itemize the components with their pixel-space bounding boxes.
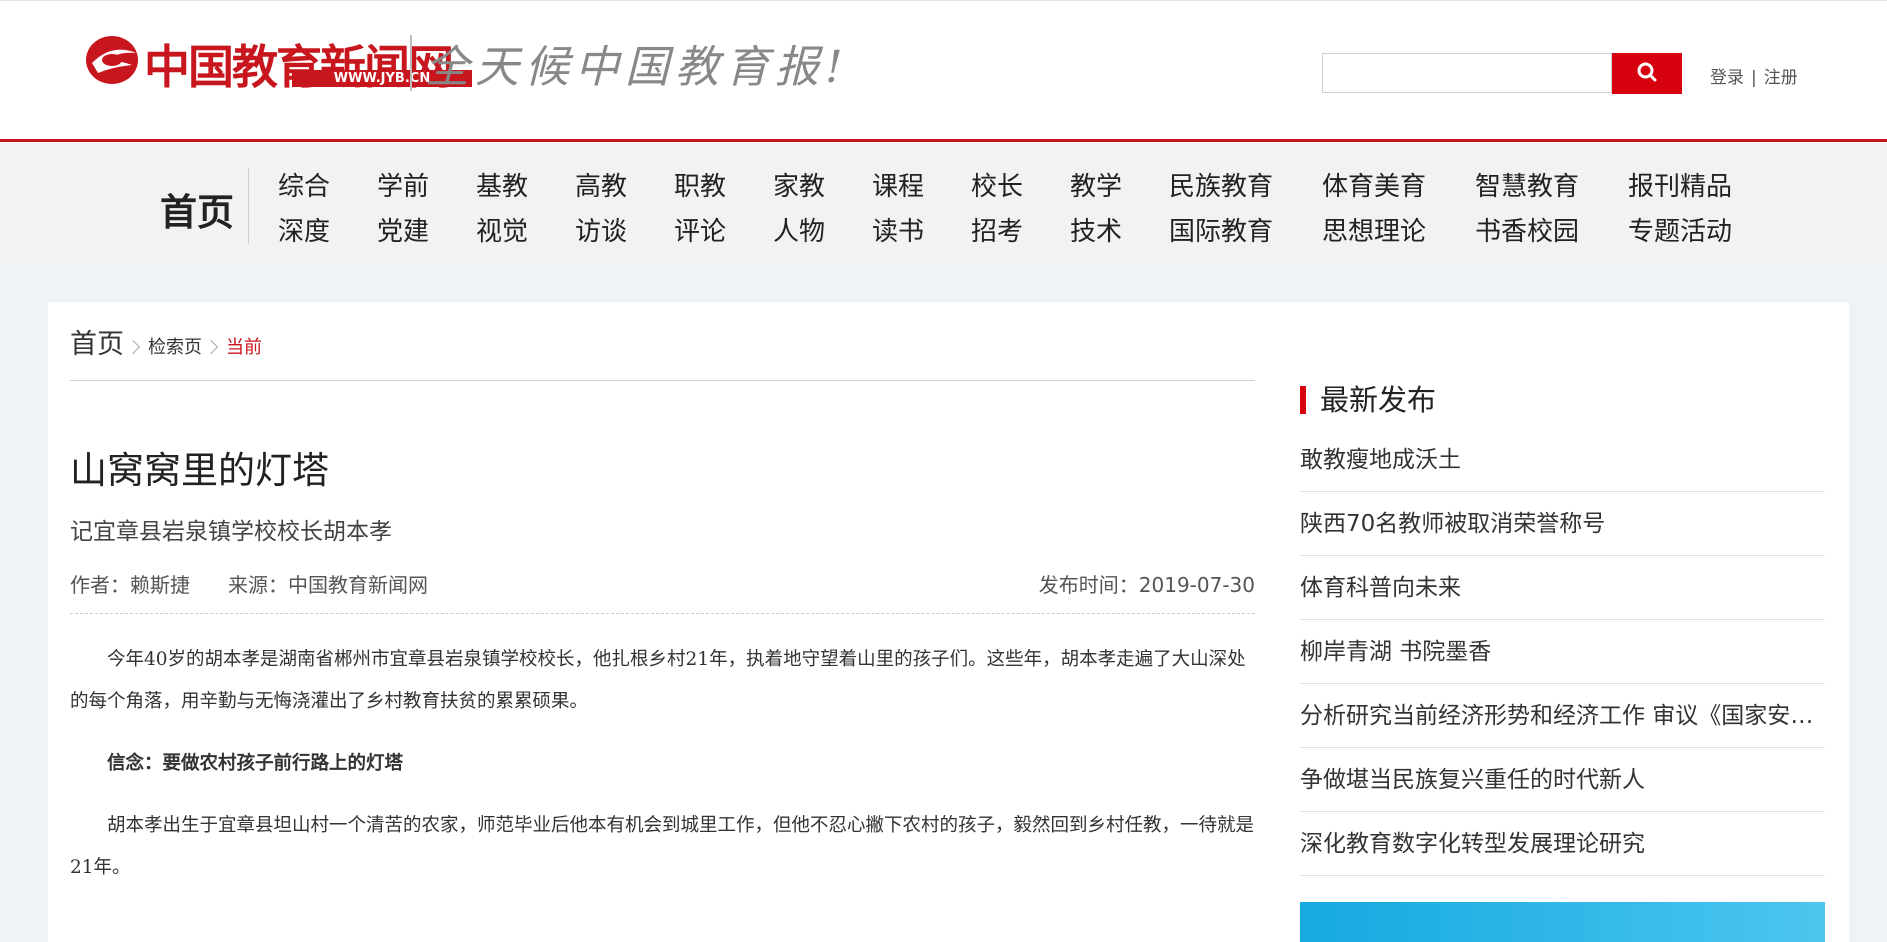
nav-item[interactable]: 综合 (278, 166, 330, 203)
breadcrumb-home[interactable]: 首页 (70, 329, 124, 360)
auth-separator: | (1751, 68, 1757, 88)
nav-item[interactable]: 国际教育 (1169, 211, 1273, 248)
search-input[interactable] (1322, 53, 1612, 93)
nav-item[interactable]: 民族教育 (1169, 166, 1273, 203)
slogan: 全天候中国教育报! (425, 42, 849, 93)
list-item: 陕西70名教师被取消荣誉称号 (1300, 492, 1825, 556)
list-item: 体育科普向未来 (1300, 556, 1825, 620)
latest-list: 敢教瘦地成沃土 陕西70名教师被取消荣誉称号 体育科普向未来 柳岸青湖 书院墨香… (1300, 428, 1825, 876)
chevron-right-icon (203, 339, 219, 355)
breadcrumb: 首页 检索页 当前 (70, 322, 262, 361)
chevron-right-icon (125, 339, 141, 355)
nav-item[interactable]: 视觉 (476, 211, 528, 248)
sidebar-title-text: 最新发布 (1320, 383, 1437, 417)
nav-item[interactable]: 访谈 (575, 211, 627, 248)
logo-text: 中国教育新闻网 (144, 40, 454, 94)
title-accent-bar (1300, 386, 1306, 414)
main-nav: 首页 综合 学前 基教 高教 职教 家教 课程 校长 教学 民族教育 体育美育 … (0, 142, 1887, 266)
article-date: 发布时间：2019-07-30 (1038, 573, 1255, 597)
article-title: 山窝窝里的灯塔 (70, 449, 329, 492)
nav-item[interactable]: 校长 (971, 166, 1023, 203)
content-panel: 首页 检索页 当前 山窝窝里的灯塔 记宜章县岩泉镇学校校长胡本孝 作者：赖斯捷 来源… (48, 302, 1849, 942)
nav-item[interactable]: 学前 (377, 166, 429, 203)
nav-home[interactable]: 首页 (160, 182, 234, 236)
site-logo[interactable]: 中国教育新闻网 WWW.JYB.CN (82, 31, 472, 94)
latest-link[interactable]: 敢教瘦地成沃土 (1300, 428, 1825, 492)
latest-sidebar: 最新发布 敢教瘦地成沃土 陕西70名教师被取消荣誉称号 体育科普向未来 柳岸青湖… (1300, 380, 1825, 876)
breadcrumb-search[interactable]: 检索页 (148, 337, 202, 358)
nav-item[interactable]: 智慧教育 (1475, 166, 1579, 203)
latest-link[interactable]: 体育科普向未来 (1300, 556, 1825, 620)
nav-item[interactable]: 基教 (476, 166, 528, 203)
breadcrumb-current: 当前 (226, 337, 262, 358)
nav-item[interactable]: 教学 (1070, 166, 1122, 203)
article-subtitle: 记宜章县岩泉镇学校校长胡本孝 (70, 519, 392, 545)
nav-item[interactable]: 专题活动 (1628, 211, 1732, 248)
list-item: 争做堪当民族复兴重任的时代新人 (1300, 748, 1825, 812)
nav-item[interactable]: 课程 (872, 166, 924, 203)
sidebar-banner[interactable] (1300, 902, 1825, 942)
breadcrumb-divider (70, 380, 1255, 381)
sidebar-title: 最新发布 (1300, 380, 1825, 420)
nav-item[interactable]: 思想理论 (1322, 211, 1426, 248)
logo-divider (410, 35, 412, 91)
latest-link[interactable]: 柳岸青湖 书院墨香 (1300, 620, 1825, 684)
nav-item[interactable]: 党建 (377, 211, 429, 248)
nav-item[interactable]: 书香校园 (1475, 211, 1579, 248)
nav-item[interactable]: 评论 (674, 211, 726, 248)
latest-link[interactable]: 陕西70名教师被取消荣誉称号 (1300, 492, 1825, 556)
article-source: 来源：中国教育新闻网 (228, 573, 428, 597)
nav-item[interactable]: 体育美育 (1322, 166, 1426, 203)
latest-link[interactable]: 分析研究当前经济形势和经济工作 审议《国家安全战略纲要》 (1300, 684, 1825, 748)
nav-item[interactable]: 家教 (773, 166, 825, 203)
list-item: 柳岸青湖 书院墨香 (1300, 620, 1825, 684)
search-button[interactable] (1612, 53, 1682, 94)
logo-swirl-icon (86, 36, 138, 84)
article-paragraph: 今年40岁的胡本孝是湖南省郴州市宜章县岩泉镇学校校长，他扎根乡村21年，执着地守… (70, 649, 1246, 712)
latest-link[interactable]: 争做堪当民族复兴重任的时代新人 (1300, 748, 1825, 812)
nav-item[interactable]: 深度 (278, 211, 330, 248)
nav-item[interactable]: 招考 (971, 211, 1023, 248)
meta-divider (70, 613, 1255, 614)
article-paragraph: 胡本孝出生于宜章县坦山村一个清苦的农家，师范毕业后他本有机会到城里工作，但他不忍… (70, 815, 1255, 878)
login-link[interactable]: 登录 (1710, 68, 1744, 88)
article-body: 今年40岁的胡本孝是湖南省郴州市宜章县岩泉镇学校校长，他扎根乡村21年，执着地守… (70, 639, 1255, 909)
list-item: 深化教育数字化转型发展理论研究 (1300, 812, 1825, 876)
list-item: 分析研究当前经济形势和经济工作 审议《国家安全战略纲要》 (1300, 684, 1825, 748)
nav-item[interactable]: 人物 (773, 211, 825, 248)
nav-item[interactable]: 职教 (674, 166, 726, 203)
latest-link[interactable]: 深化教育数字化转型发展理论研究 (1300, 812, 1825, 876)
search-icon (1637, 62, 1657, 82)
list-item: 敢教瘦地成沃土 (1300, 428, 1825, 492)
nav-item[interactable]: 报刊精品 (1628, 166, 1732, 203)
nav-item[interactable]: 高教 (575, 166, 627, 203)
nav-item[interactable]: 读书 (872, 211, 924, 248)
article-author: 作者：赖斯捷 (70, 573, 190, 597)
register-link[interactable]: 注册 (1764, 68, 1798, 88)
article-section-heading: 信念：要做农村孩子前行路上的灯塔 (107, 753, 404, 774)
auth-links: 登录 | 注册 (1710, 63, 1798, 88)
nav-divider (248, 168, 249, 244)
nav-item[interactable]: 技术 (1070, 211, 1122, 248)
site-header: 中国教育新闻网 WWW.JYB.CN 全天候中国教育报! 登录 | 注册 (0, 0, 1887, 142)
